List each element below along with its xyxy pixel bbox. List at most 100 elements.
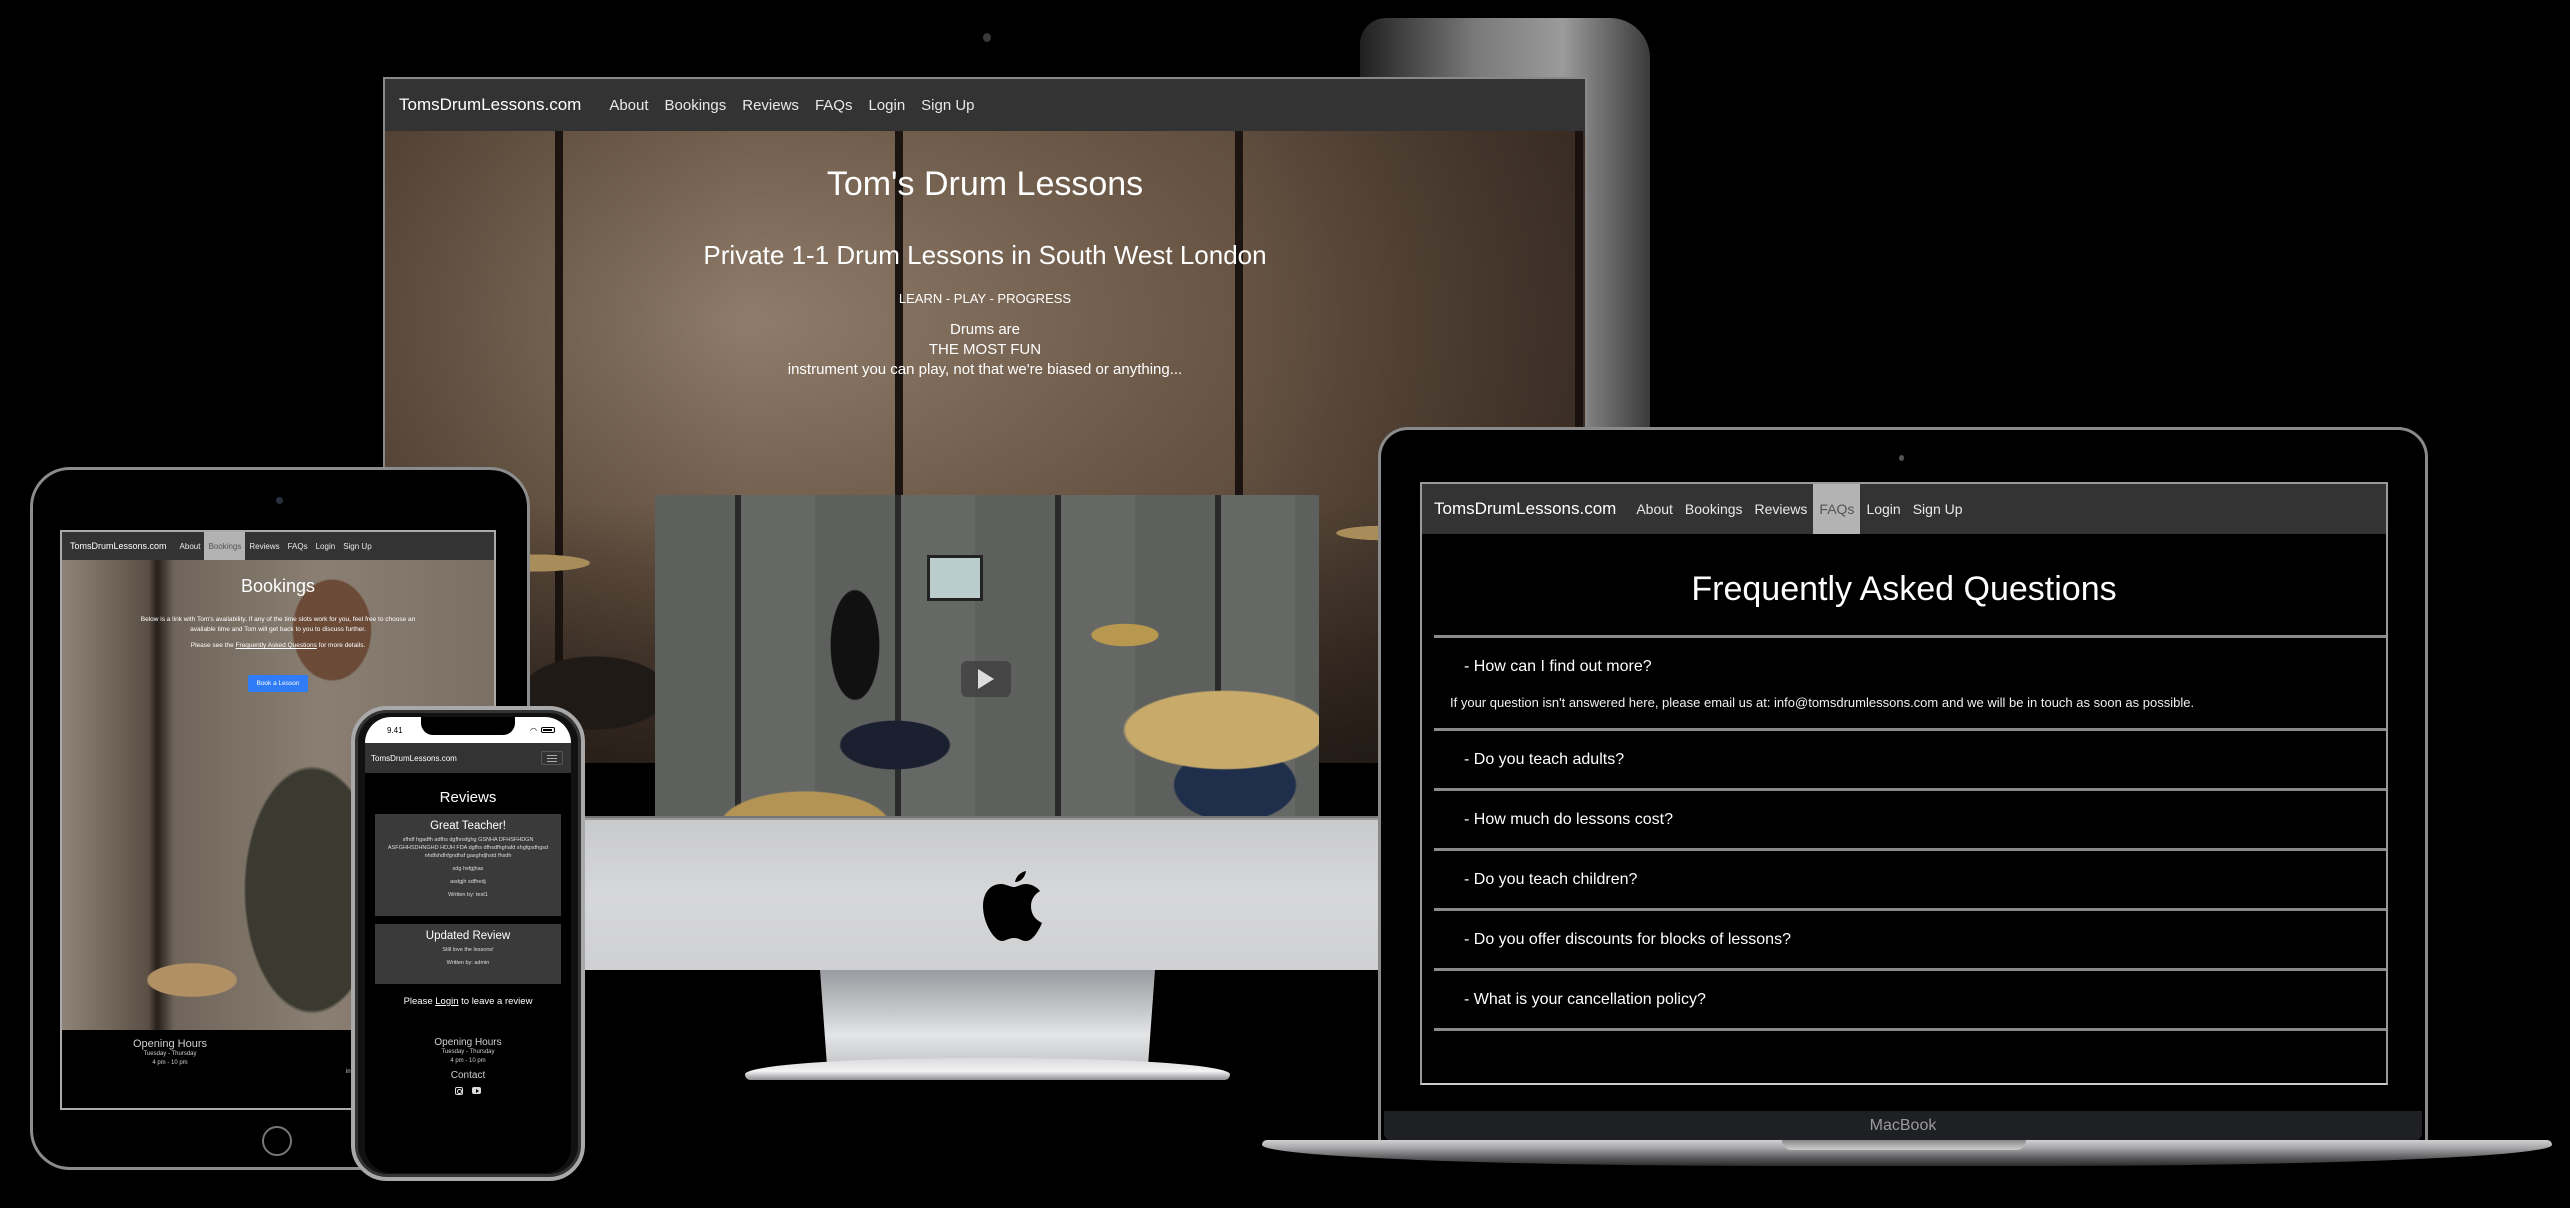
opening-times: 4 pm - 10 pm <box>152 1060 188 1066</box>
nav-sign-up[interactable]: Sign Up <box>339 532 375 560</box>
faq-question[interactable]: - What is your cancellation policy? <box>1434 971 2386 1028</box>
opening-times: 4 pm - 10 pm <box>450 1058 486 1064</box>
hero-tagline: LEARN - PLAY - PROGRESS <box>898 291 1072 306</box>
hero-subtitle: Private 1-1 Drum Lessons in South West L… <box>703 240 1267 270</box>
play-button[interactable] <box>961 661 1011 697</box>
nav-about[interactable]: About <box>1630 484 1679 534</box>
review-card: Updated Review Still love the lessons! W… <box>375 924 561 984</box>
nav-reviews[interactable]: Reviews <box>1749 484 1814 534</box>
hero-title: Tom's Drum Lessons <box>826 165 1144 203</box>
menu-toggle-icon[interactable] <box>541 751 563 765</box>
book-lesson-button[interactable]: Book a Lesson <box>248 675 308 692</box>
brand-link[interactable]: TomsDrumLessons.com <box>399 95 581 115</box>
hero-line-1: Drums are <box>949 321 1020 338</box>
login-prompt: Please Login to leave a review <box>365 996 571 1007</box>
faq-question[interactable]: - How can I find out more? <box>1434 638 2386 695</box>
review-author: Written by: admin <box>446 960 490 966</box>
imac-chin <box>585 818 1387 970</box>
nav-faqs[interactable]: FAQs <box>284 532 312 560</box>
macbook-camera <box>1899 455 1904 461</box>
login-link[interactable]: Login <box>435 996 458 1007</box>
faq-question[interactable]: - Do you teach children? <box>1434 851 2386 908</box>
faq-item: - What is your cancellation policy? <box>1434 968 2386 1028</box>
nav-faqs[interactable]: FAQs <box>807 79 861 131</box>
nav-bookings[interactable]: Bookings <box>204 532 246 560</box>
nav-about[interactable]: About <box>176 532 205 560</box>
nav-reviews[interactable]: Reviews <box>734 79 807 131</box>
footer: Opening Hours Tuesday - Thursday 4 pm - … <box>365 1037 571 1095</box>
brand-link[interactable]: TomsDrumLessons.com <box>1434 499 1616 519</box>
faq-note-prefix: Please see the <box>190 642 236 649</box>
navbar: TomsDrumLessons.com About Bookings Revie… <box>1422 484 2386 534</box>
phone-notch <box>421 717 515 735</box>
opening-days: Tuesday - Thursday <box>441 1049 495 1055</box>
review-card: Great Teacher! sfhdf hgadfh adfhs dgfhns… <box>375 814 561 916</box>
navbar: TomsDrumLessons.com <box>365 743 571 773</box>
nav-login[interactable]: Login <box>860 79 913 131</box>
opening-hours-title: Opening Hours <box>434 1037 502 1048</box>
faq-question[interactable]: - Do you offer discounts for blocks of l… <box>1434 911 2386 968</box>
faq-item: - How much do lessons cost? <box>1434 788 2386 848</box>
review-body: Still love the lessons! <box>442 947 494 953</box>
iphone-screen: 9.41 ◠ TomsDrumLessons.com Reviews Great… <box>365 717 571 1173</box>
hero-description: Drums are THE MOST FUN instrument you ca… <box>385 320 1585 380</box>
faq-page-title: Frequently Asked Questions <box>1691 570 2117 608</box>
youtube-icon[interactable] <box>472 1087 481 1094</box>
nav-bookings[interactable]: Bookings <box>1679 484 1749 534</box>
imac-foot <box>745 1058 1230 1080</box>
opening-days: Tuesday - Thursday <box>143 1051 197 1057</box>
faq-question[interactable]: - Do you teach adults? <box>1434 731 2386 788</box>
apple-logo-icon <box>983 871 1042 941</box>
drum-video-player[interactable] <box>655 495 1319 816</box>
opening-hours: Opening Hours Tuesday - Thursday 4 pm - … <box>62 1030 278 1108</box>
contact-title: Contact <box>450 1070 486 1081</box>
nav-login[interactable]: Login <box>1860 484 1906 534</box>
macbook-screen: TomsDrumLessons.com About Bookings Revie… <box>1420 482 2388 1085</box>
review-body-extra: asdgjh sdfhedj <box>450 879 486 885</box>
faq-link[interactable]: Frequently Asked Questions <box>236 642 317 649</box>
review-body: sfhdf hgadfh adfhs dgfhnsfghg GSNHA DFHS… <box>387 837 549 859</box>
macbook-label: MacBook <box>1869 1117 1937 1134</box>
nav-about[interactable]: About <box>601 79 656 131</box>
faq-item-divider <box>1434 1028 2386 1031</box>
review-title: Updated Review <box>425 930 511 942</box>
faq-question[interactable]: - How much do lessons cost? <box>1434 791 2386 848</box>
faq-item: - How can I find out more? If your quest… <box>1434 635 2386 728</box>
review-body-extra: sdg hsfgjhas <box>452 866 484 872</box>
hero-line-2: THE MOST FUN <box>928 341 1042 358</box>
opening-hours-title: Opening Hours <box>133 1038 207 1050</box>
nav-sign-up[interactable]: Sign Up <box>1907 484 1969 534</box>
bookings-faq-note: Please see the Frequently Asked Question… <box>128 641 428 651</box>
faq-answer: If your question isn't answered here, pl… <box>1450 695 2195 710</box>
nav-reviews[interactable]: Reviews <box>245 532 283 560</box>
video-frame-laptop <box>927 555 983 601</box>
macbook-hinge-notch <box>1782 1140 2026 1150</box>
play-icon <box>978 669 994 689</box>
nav-faqs[interactable]: FAQs <box>1813 484 1861 534</box>
brand-link[interactable]: TomsDrumLessons.com <box>371 754 457 763</box>
ipad-home-button[interactable] <box>262 1126 292 1156</box>
status-icons: ◠ <box>530 726 555 735</box>
macbook-bottom-bezel: MacBook <box>1384 1111 2422 1141</box>
review-title: Great Teacher! <box>430 820 506 832</box>
review-author: Written by: test1 <box>448 892 488 898</box>
battery-icon <box>541 727 555 733</box>
instagram-icon[interactable] <box>455 1087 463 1095</box>
navbar: TomsDrumLessons.com About Bookings Revie… <box>385 79 1585 131</box>
nav-bookings[interactable]: Bookings <box>657 79 735 131</box>
login-prompt-suffix: to leave a review <box>458 996 533 1007</box>
brand-link[interactable]: TomsDrumLessons.com <box>70 541 167 551</box>
faq-note-suffix: for more details. <box>316 642 366 649</box>
bookings-title: Bookings <box>240 576 316 596</box>
hero-line-3: instrument you can play, not that we're … <box>787 361 1183 378</box>
faq-item: - Do you teach children? <box>1434 848 2386 908</box>
ipad-camera <box>276 497 283 504</box>
social-icons <box>365 1087 571 1095</box>
imac-camera <box>983 33 991 42</box>
nav-login[interactable]: Login <box>312 532 340 560</box>
login-prompt-prefix: Please <box>403 996 436 1007</box>
faq-accordion: - How can I find out more? If your quest… <box>1434 635 2386 1031</box>
faq-item: - Do you offer discounts for blocks of l… <box>1434 908 2386 968</box>
navbar: TomsDrumLessons.com About Bookings Revie… <box>62 532 494 560</box>
nav-sign-up[interactable]: Sign Up <box>913 79 982 131</box>
